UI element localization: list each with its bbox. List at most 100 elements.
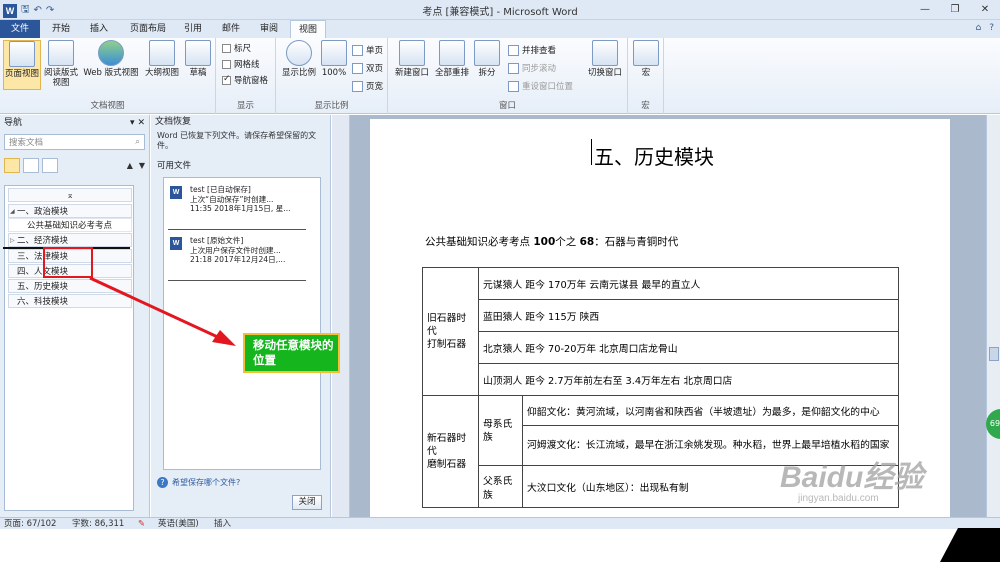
side-by-side-icon <box>508 44 519 56</box>
tree-item[interactable]: ▷ 二、经济模块 <box>8 233 132 247</box>
one-page-button[interactable]: 单页 <box>352 44 383 56</box>
table-cell: 父系氏族 <box>478 465 523 508</box>
group-label: 显示比例 <box>314 101 349 111</box>
ruler-checkbox[interactable]: 标尺 <box>222 42 251 54</box>
nav-pane-checkbox[interactable]: 导航窗格 <box>222 74 268 86</box>
gridlines-checkbox[interactable]: 网格线 <box>222 58 260 70</box>
available-files-label: 可用文件 <box>157 161 192 171</box>
macros-button[interactable]: 宏 <box>632 40 660 78</box>
full-screen-reading-button[interactable]: 阅读版式视图 <box>42 40 80 88</box>
tree-item[interactable]: 公共基础知识必考考点 <box>8 218 132 232</box>
help-icon[interactable]: ? <box>989 23 994 33</box>
expanded-icon: ◢ <box>10 208 15 215</box>
restore-button[interactable]: ❐ <box>940 0 970 19</box>
help-link[interactable]: ? 希望保存哪个文件? <box>157 477 240 488</box>
globe-icon <box>98 40 124 66</box>
table-cell: 山顶洞人 距今 2.7万年前左右至 3.4万年左右 北京周口店 <box>478 363 899 396</box>
tab-insert[interactable]: 插入 <box>82 20 116 38</box>
help-icon: ? <box>157 477 168 488</box>
document-recovery-pane: 文档恢复 Word 已恢复下列文件。请保存希望保留的文件。 可用文件 W tes… <box>151 115 331 517</box>
search-placeholder: 搜索文档 <box>9 138 44 148</box>
results-view-tab[interactable] <box>42 157 58 173</box>
headings-view-tab[interactable] <box>4 157 20 173</box>
book-icon <box>48 40 74 66</box>
pages-view-tab[interactable] <box>23 157 39 173</box>
zoom-button[interactable]: 显示比例 <box>280 40 318 78</box>
two-pages-button[interactable]: 双页 <box>352 62 383 74</box>
new-window-button[interactable]: 新建窗口 <box>392 40 432 78</box>
group-label: 文档视图 <box>90 101 125 111</box>
recovered-files-list: W test [已自动保存] 上次“自动保存”时创建... 11:35 2018… <box>163 177 321 470</box>
sync-scroll-button[interactable]: 同步滚动 <box>508 62 556 74</box>
arrange-all-button[interactable]: 全部重排 <box>432 40 472 78</box>
next-icon[interactable]: ▼ <box>139 161 145 170</box>
side-by-side-button[interactable]: 并排查看 <box>508 44 556 56</box>
minimize-ribbon-icon[interactable]: ⌂ <box>976 23 982 33</box>
heading-tree: ⌅ ◢ 一、政治模块 公共基础知识必考考点 ▷ 二、经济模块 三、法律模块 四、人文… <box>4 185 134 511</box>
draft-button[interactable]: 草稿 <box>184 40 212 78</box>
collapse-all-button[interactable]: ⌅ <box>8 188 132 202</box>
tab-page-layout[interactable]: 页面布局 <box>122 20 174 38</box>
text-cursor <box>591 139 592 165</box>
table-cell: 旧石器时代 打制石器 <box>422 267 479 396</box>
nav-title: 导航 <box>4 118 23 128</box>
search-icon[interactable]: ⌕ <box>135 137 140 147</box>
tab-review[interactable]: 审阅 <box>252 20 286 38</box>
tree-item[interactable]: ◢ 一、政治模块 <box>8 204 132 218</box>
tab-file[interactable]: 文件 <box>0 20 40 38</box>
word-doc-icon: W <box>170 237 182 250</box>
page-width-icon <box>352 80 363 92</box>
page-icon <box>9 41 35 67</box>
ribbon: 页面视图 阅读版式视图 Web 版式视图 大纲视图 草稿 文档视图 标尺 网格线… <box>0 38 1000 114</box>
split-icon <box>474 40 500 66</box>
collapsed-icon: ▷ <box>10 237 15 244</box>
recovered-file-item[interactable]: W test [原始文件] 上次用户保存文件时创建... 21:18 2017年… <box>168 233 306 281</box>
recovery-description: Word 已恢复下列文件。请保存希望保留的文件。 <box>157 131 317 150</box>
print-layout-button[interactable]: 页面视图 <box>3 40 41 90</box>
group-document-views: 页面视图 阅读版式视图 Web 版式视图 大纲视图 草稿 文档视图 <box>0 38 216 114</box>
recovered-file-item[interactable]: W test [已自动保存] 上次“自动保存”时创建... 11:35 2018… <box>168 182 306 230</box>
bottom-margin <box>0 529 1000 562</box>
zoom-100-button[interactable]: 100% <box>320 40 348 78</box>
macro-icon <box>633 40 659 66</box>
close-icon[interactable]: ✕ <box>137 118 145 128</box>
window-title: 考点 [兼容模式] - Microsoft Word <box>422 7 578 18</box>
switch-windows-button[interactable]: 切换窗口 <box>584 40 626 78</box>
scroll-thumb[interactable] <box>989 347 999 361</box>
reset-window-button[interactable]: 重设窗口位置 <box>508 80 573 92</box>
previous-icon[interactable]: ▲ <box>127 161 133 170</box>
tab-mailings[interactable]: 邮件 <box>214 20 248 38</box>
web-layout-button[interactable]: Web 版式视图 <box>82 40 140 78</box>
group-label: 宏 <box>641 101 650 111</box>
group-label: 窗口 <box>498 101 516 111</box>
group-window: 新建窗口 全部重排 拆分 并排查看 同步滚动 重设窗口位置 切换窗口 窗口 <box>388 38 628 114</box>
minimize-button[interactable]: — <box>910 0 940 19</box>
table-cell: 仰韶文化：黄河流域，以河南省和陕西省（半坡遗址）为最多，是仰韶文化的中心 <box>522 395 899 426</box>
search-input[interactable]: 搜索文档 ⌕ <box>4 134 145 150</box>
table-cell: 母系氏族 <box>478 395 523 466</box>
draft-icon <box>185 40 211 66</box>
tree-item[interactable]: 五、历史模块 <box>8 279 132 293</box>
vertical-ruler <box>332 115 350 517</box>
dropdown-icon[interactable]: ▾ <box>130 118 135 128</box>
status-bar: 页面: 67/102 字数: 86,311 ✎ 英语(美国) 插入 <box>0 517 1000 529</box>
hundred-percent-icon <box>321 40 347 66</box>
group-macros: 宏 宏 <box>628 38 664 114</box>
outline-button[interactable]: 大纲视图 <box>142 40 182 78</box>
checkbox-icon <box>222 59 231 69</box>
close-window-button[interactable]: ✕ <box>970 0 1000 19</box>
table-cell: 新石器时代 磨制石器 <box>422 395 479 508</box>
tab-references[interactable]: 引用 <box>176 20 210 38</box>
close-button[interactable]: 关闭 <box>292 495 322 510</box>
tab-view[interactable]: 视图 <box>290 20 327 39</box>
arrange-icon <box>439 40 465 66</box>
page-width-button[interactable]: 页宽 <box>352 80 383 92</box>
vertical-scrollbar[interactable] <box>986 115 1000 517</box>
section-subtitle: 公共基础知识必考考点 100个之 68：石器与青铜时代 <box>425 236 679 248</box>
sync-scroll-icon <box>508 62 519 74</box>
tree-item[interactable]: 六、科技模块 <box>8 294 132 308</box>
recovery-title: 文档恢复 <box>155 117 192 127</box>
tab-home[interactable]: 开始 <box>44 20 78 38</box>
magnifier-icon <box>286 40 312 66</box>
split-button[interactable]: 拆分 <box>474 40 500 78</box>
